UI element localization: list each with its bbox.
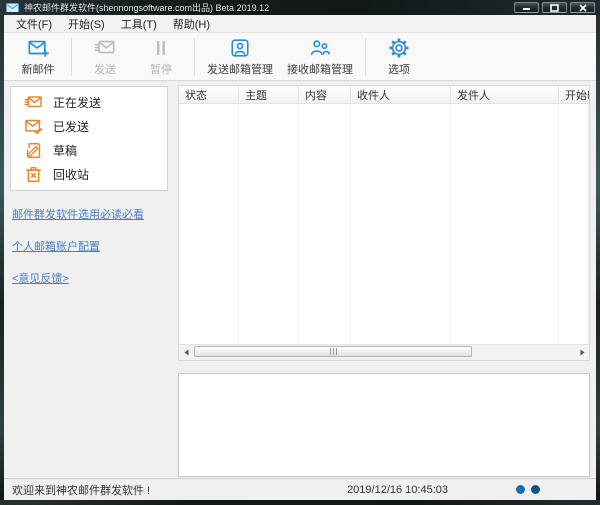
folder-sending-label: 正在发送 (53, 94, 101, 111)
link-feedback[interactable]: <意见反馈> (12, 270, 69, 286)
minimize-button[interactable] (514, 2, 539, 13)
sent-mail-icon (24, 117, 43, 136)
window-frame-right (596, 15, 600, 500)
horizontal-scrollbar[interactable] (179, 344, 589, 360)
menu-file[interactable]: 文件(F) (8, 15, 60, 33)
column-header-recipient[interactable]: 收件人 (351, 86, 451, 103)
link-must-read-guide[interactable]: 邮件群发软件选用必读必看 (12, 206, 144, 222)
menu-start[interactable]: 开始(S) (60, 15, 113, 33)
options-button[interactable]: 选项 (371, 35, 427, 79)
sending-mail-icon (24, 93, 43, 112)
window-frame-bottom (0, 500, 600, 505)
menu-help[interactable]: 帮助(H) (165, 15, 218, 33)
receive-mailbox-manage-button[interactable]: 接收邮箱管理 (280, 35, 360, 79)
link-personal-mailbox-config[interactable]: 个人邮箱账户配置 (12, 238, 100, 254)
table-header-row: 状态 主题 内容 收件人 发件人 开始时间 (179, 86, 589, 104)
toolbar-separator (194, 38, 195, 76)
send-button[interactable]: 发送 (77, 35, 133, 79)
folder-drafts-label: 草稿 (53, 142, 77, 159)
folder-drafts[interactable]: 草稿 (11, 139, 167, 163)
options-label: 选项 (388, 61, 410, 77)
scroll-left-arrow-icon[interactable] (179, 345, 193, 360)
main-area: 正在发送 已发送 草稿 (4, 81, 596, 478)
log-panel[interactable] (178, 373, 590, 477)
pause-icon (150, 37, 172, 59)
mail-list-table: 状态 主题 内容 收件人 发件人 开始时间 (178, 85, 590, 361)
menubar: 文件(F) 开始(S) 工具(T) 帮助(H) (4, 15, 596, 33)
draft-icon (24, 141, 43, 160)
send-label: 发送 (94, 61, 116, 77)
options-gear-icon (388, 37, 410, 59)
sender-mailbox-manage-label: 发送邮箱管理 (207, 61, 273, 77)
column-header-sender[interactable]: 发件人 (451, 86, 559, 103)
folder-sending[interactable]: 正在发送 (11, 91, 167, 115)
status-indicators (516, 485, 540, 494)
folder-recycle-bin[interactable]: 回收站 (11, 162, 167, 186)
client-area: 文件(F) 开始(S) 工具(T) 帮助(H) 新邮件 发送 (4, 15, 596, 500)
menu-tools[interactable]: 工具(T) (113, 15, 165, 33)
pause-button[interactable]: 暂停 (133, 35, 189, 79)
pause-label: 暂停 (150, 61, 172, 77)
titlebar: 神农邮件群发软件(shennongsoftware.com出品) Beta 20… (0, 0, 600, 15)
receive-mailbox-manage-icon (309, 37, 331, 59)
close-button[interactable] (570, 2, 595, 13)
status-indicator-icon (516, 485, 525, 494)
folder-sent[interactable]: 已发送 (11, 115, 167, 139)
status-indicator-icon (531, 485, 540, 494)
sender-mailbox-manage-button[interactable]: 发送邮箱管理 (200, 35, 280, 79)
statusbar: 欢迎来到神农邮件群发软件 ! 2019/12/16 10:45:03 (4, 478, 596, 500)
column-header-content[interactable]: 内容 (299, 86, 351, 103)
folder-list: 正在发送 已发送 草稿 (10, 86, 168, 191)
window-title: 神农邮件群发软件(shennongsoftware.com出品) Beta 20… (24, 1, 514, 14)
receive-mailbox-manage-label: 接收邮箱管理 (287, 61, 353, 77)
status-datetime: 2019/12/16 10:45:03 (347, 484, 448, 496)
folder-sent-label: 已发送 (53, 118, 89, 135)
new-mail-label: 新邮件 (22, 61, 55, 77)
column-header-subject[interactable]: 主题 (239, 86, 299, 103)
folder-recycle-bin-label: 回收站 (53, 166, 89, 183)
recycle-bin-icon (24, 165, 43, 184)
maximize-button[interactable] (542, 2, 567, 13)
scroll-right-arrow-icon[interactable] (575, 345, 589, 360)
new-mail-icon (27, 37, 49, 59)
send-icon (94, 37, 116, 59)
table-body-empty[interactable] (179, 104, 589, 344)
toolbar-separator (365, 38, 366, 76)
toolbar: 新邮件 发送 暂停 发送邮箱管理 (4, 33, 596, 81)
new-mail-button[interactable]: 新邮件 (10, 35, 66, 79)
toolbar-separator (71, 38, 72, 76)
status-message: 欢迎来到神农邮件群发软件 ! (12, 482, 347, 498)
app-logo-mail-icon (6, 3, 19, 13)
column-header-start-time[interactable]: 开始时间 (559, 86, 589, 103)
column-header-status[interactable]: 状态 (179, 86, 239, 103)
sender-mailbox-manage-icon (229, 37, 251, 59)
app-window: 神农邮件群发软件(shennongsoftware.com出品) Beta 20… (0, 0, 600, 505)
scrollbar-thumb[interactable] (194, 346, 472, 357)
